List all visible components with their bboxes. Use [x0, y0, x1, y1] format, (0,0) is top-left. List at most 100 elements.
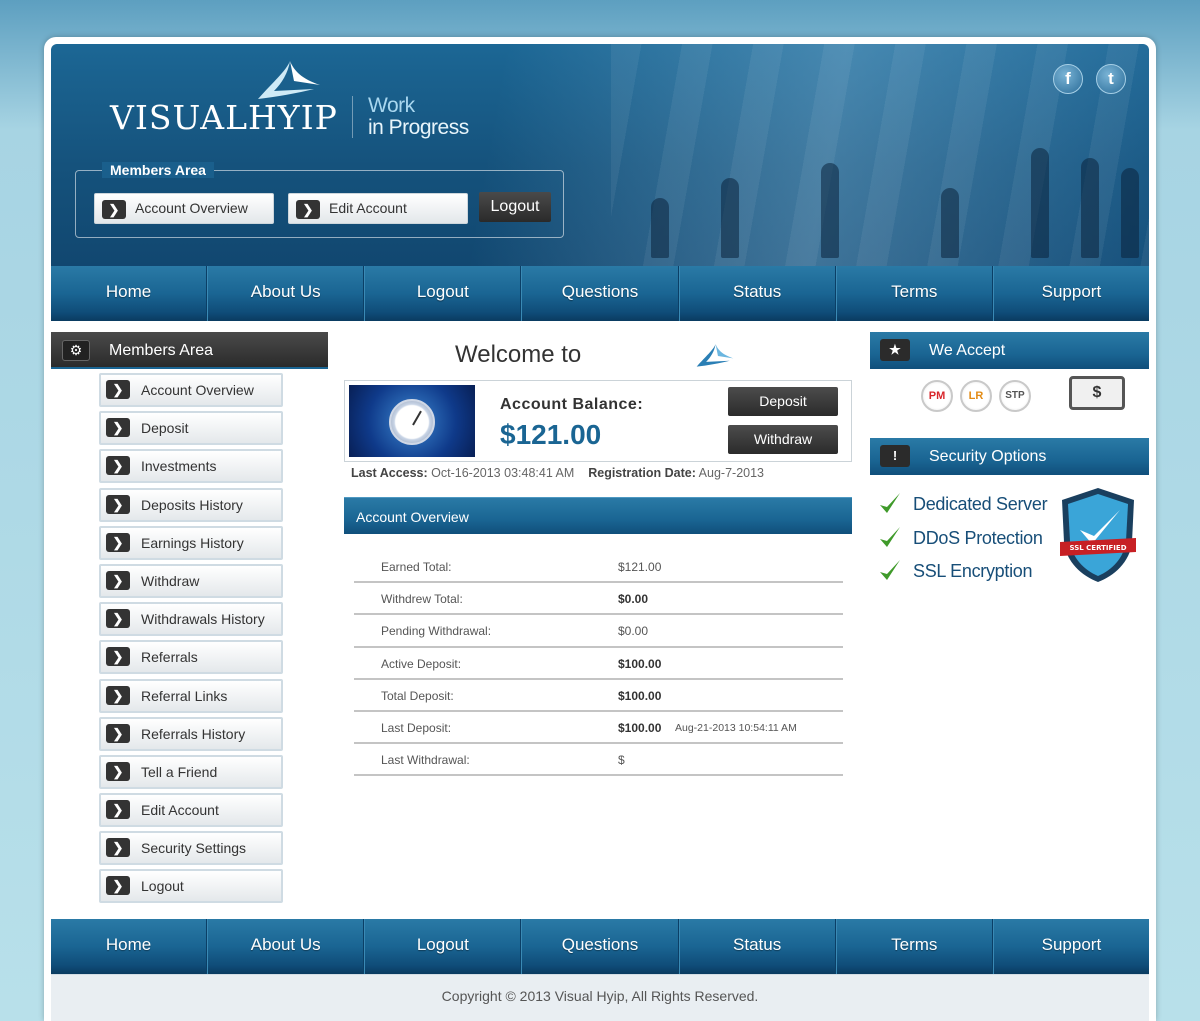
sidebar-item-edit-account[interactable]: ❯ Edit Account — [99, 793, 283, 828]
security-item: Dedicated Server — [878, 488, 1048, 522]
footer-nav-support[interactable]: Support — [992, 919, 1149, 974]
overview-row-value: $0.00 — [618, 592, 649, 607]
chevron-right-icon: ❯ — [106, 570, 130, 590]
sidebar-item-deposits-history[interactable]: ❯ Deposits History — [99, 487, 283, 522]
footer-nav-questions[interactable]: Questions — [521, 919, 679, 974]
chevron-right-icon: ❯ — [106, 723, 130, 743]
sidebar-item-tell-a-friend[interactable]: ❯ Tell a Friend — [99, 754, 283, 789]
account-balance-label: Account Balance: — [500, 396, 644, 413]
overview-row-label: Pending Withdrawal: — [381, 624, 492, 639]
overview-row-value: $100.00 — [618, 656, 662, 671]
chevron-right-icon: ❯ — [106, 494, 130, 514]
nav-home[interactable]: Home — [51, 266, 208, 321]
sidebar-item-security-settings[interactable]: ❯ Security Settings — [99, 831, 283, 866]
sidebar-item-logout[interactable]: ❯ Logout — [99, 869, 283, 904]
sidebar-item-withdraw[interactable]: ❯ Withdraw — [99, 563, 283, 598]
facebook-icon[interactable]: f — [1053, 64, 1083, 94]
we-accept-header: ★ We Accept — [870, 332, 1149, 369]
checkmark-icon — [880, 493, 900, 513]
chevron-right-icon: ❯ — [106, 876, 130, 896]
footer-nav-terms[interactable]: Terms — [835, 919, 993, 974]
chevron-right-icon: ❯ — [106, 609, 130, 629]
account-overview-header: Account Overview — [344, 497, 852, 534]
sidebar-item-label: Referrals — [141, 649, 198, 666]
nav-about-us[interactable]: About Us — [207, 266, 365, 321]
sidebar-item-label: Earnings History — [141, 534, 244, 551]
top-nav: Home About Us Logout Questions Status Te… — [51, 266, 1149, 321]
footer-nav-status[interactable]: Status — [678, 919, 836, 974]
checkmark-icon — [880, 560, 900, 580]
sidebar-item-label: Tell a Friend — [141, 763, 218, 780]
clock-image — [349, 385, 475, 457]
sidebar-item-referrals[interactable]: ❯ Referrals — [99, 640, 283, 675]
tagline-line2: in Progress — [368, 116, 469, 139]
star-icon: ★ — [880, 339, 910, 361]
overview-row-label: Active Deposit: — [381, 656, 462, 671]
exclamation-icon: ! — [880, 445, 910, 467]
nav-support[interactable]: Support — [992, 266, 1149, 321]
sidebar-item-referral-links[interactable]: ❯ Referral Links — [99, 678, 283, 713]
chevron-right-icon: ❯ — [106, 647, 130, 667]
gear-icon: ⚙ — [62, 340, 90, 361]
withdraw-button[interactable]: Withdraw — [728, 425, 838, 454]
security-item-label: Dedicated Server — [913, 494, 1048, 514]
sidebar-header: ⚙ Members Area — [51, 332, 328, 369]
sidebar-item-investments[interactable]: ❯ Investments — [99, 449, 283, 484]
solidtrustpay-icon: STP — [999, 380, 1031, 412]
sidebar-item-withdrawals-history[interactable]: ❯ Withdrawals History — [99, 602, 283, 637]
sidebar-item-referrals-history[interactable]: ❯ Referrals History — [99, 716, 283, 751]
chevron-right-icon: ❯ — [106, 380, 130, 399]
footer-nav-about-us[interactable]: About Us — [207, 919, 365, 974]
sidebar-item-label: Edit Account — [141, 802, 219, 819]
security-options-header: ! Security Options — [870, 438, 1149, 475]
footer-nav-logout[interactable]: Logout — [364, 919, 522, 974]
sidebar-item-deposit[interactable]: ❯ Deposit — [99, 411, 283, 446]
nav-terms[interactable]: Terms — [835, 266, 993, 321]
overview-row-date: Aug-21-2013 10:54:11 AM — [675, 721, 797, 734]
overview-row: Active Deposit: $100.00 — [354, 648, 843, 680]
overview-row: Withdrew Total: $0.00 — [354, 583, 843, 616]
chevron-right-icon: ❯ — [106, 800, 130, 820]
nav-questions[interactable]: Questions — [521, 266, 679, 321]
logo-text: VISUALHYIP — [110, 98, 338, 137]
we-accept-title: We Accept — [929, 342, 1006, 359]
last-access-value: Oct-16-2013 03:48:41 AM — [431, 466, 575, 480]
overview-row: Pending Withdrawal: $0.00 — [354, 615, 843, 648]
overview-row-label: Last Withdrawal: — [381, 753, 470, 768]
chevron-right-icon: ❯ — [106, 532, 130, 552]
bottom-nav: Home About Us Logout Questions Status Te… — [51, 919, 1149, 974]
sidebar-item-label: Deposits History — [141, 496, 243, 513]
sidebar-item-earnings-history[interactable]: ❯ Earnings History — [99, 525, 283, 560]
overview-row-value: $0.00 — [618, 624, 649, 639]
footer-nav-home[interactable]: Home — [51, 919, 208, 974]
sidebar-menu: ❯ Account Overview ❯ Deposit ❯ Investments … — [99, 373, 283, 908]
tagline: Work in Progress — [368, 95, 469, 139]
chevron-right-icon: ❯ — [106, 685, 130, 705]
sidebar-item-label: Investments — [141, 458, 217, 475]
sidebar-item-label: Withdraw — [141, 572, 200, 589]
footer: Copyright © 2013 Visual Hyip, All Rights… — [51, 974, 1149, 1021]
sidebar-item-label: Deposit — [141, 420, 189, 437]
account-balance-value: $121.00 — [500, 419, 602, 450]
sidebar-item-label: Logout — [141, 878, 184, 895]
chevron-right-icon: ❯ — [102, 200, 126, 219]
top-edit-account-button[interactable]: ❯ Edit Account — [288, 193, 468, 224]
sidebar-item-account-overview[interactable]: ❯ Account Overview — [99, 373, 283, 407]
copyright-text: Copyright © 2013 Visual Hyip, All Rights… — [441, 988, 759, 1004]
logo-divider — [352, 96, 353, 138]
overview-row: Last Deposit: $100.00 Aug-21-2013 10:54:11… — [354, 712, 843, 745]
top-account-overview-label: Account Overview — [135, 200, 248, 216]
chevron-right-icon: ❯ — [106, 761, 130, 781]
top-edit-account-label: Edit Account — [329, 200, 407, 216]
security-item-label: SSL Encryption — [913, 561, 1033, 581]
chevron-right-icon: ❯ — [106, 838, 130, 858]
nav-logout[interactable]: Logout — [364, 266, 522, 321]
twitter-icon[interactable]: t — [1096, 64, 1126, 94]
top-logout-button[interactable]: Logout — [479, 192, 551, 222]
sidebar-item-label: Security Settings — [141, 840, 247, 857]
top-account-overview-button[interactable]: ❯ Account Overview — [94, 193, 274, 224]
deposit-button[interactable]: Deposit — [728, 387, 838, 416]
nav-status[interactable]: Status — [678, 266, 836, 321]
overview-row-label: Total Deposit: — [381, 688, 454, 703]
security-item-label: DDoS Protection — [913, 527, 1043, 548]
